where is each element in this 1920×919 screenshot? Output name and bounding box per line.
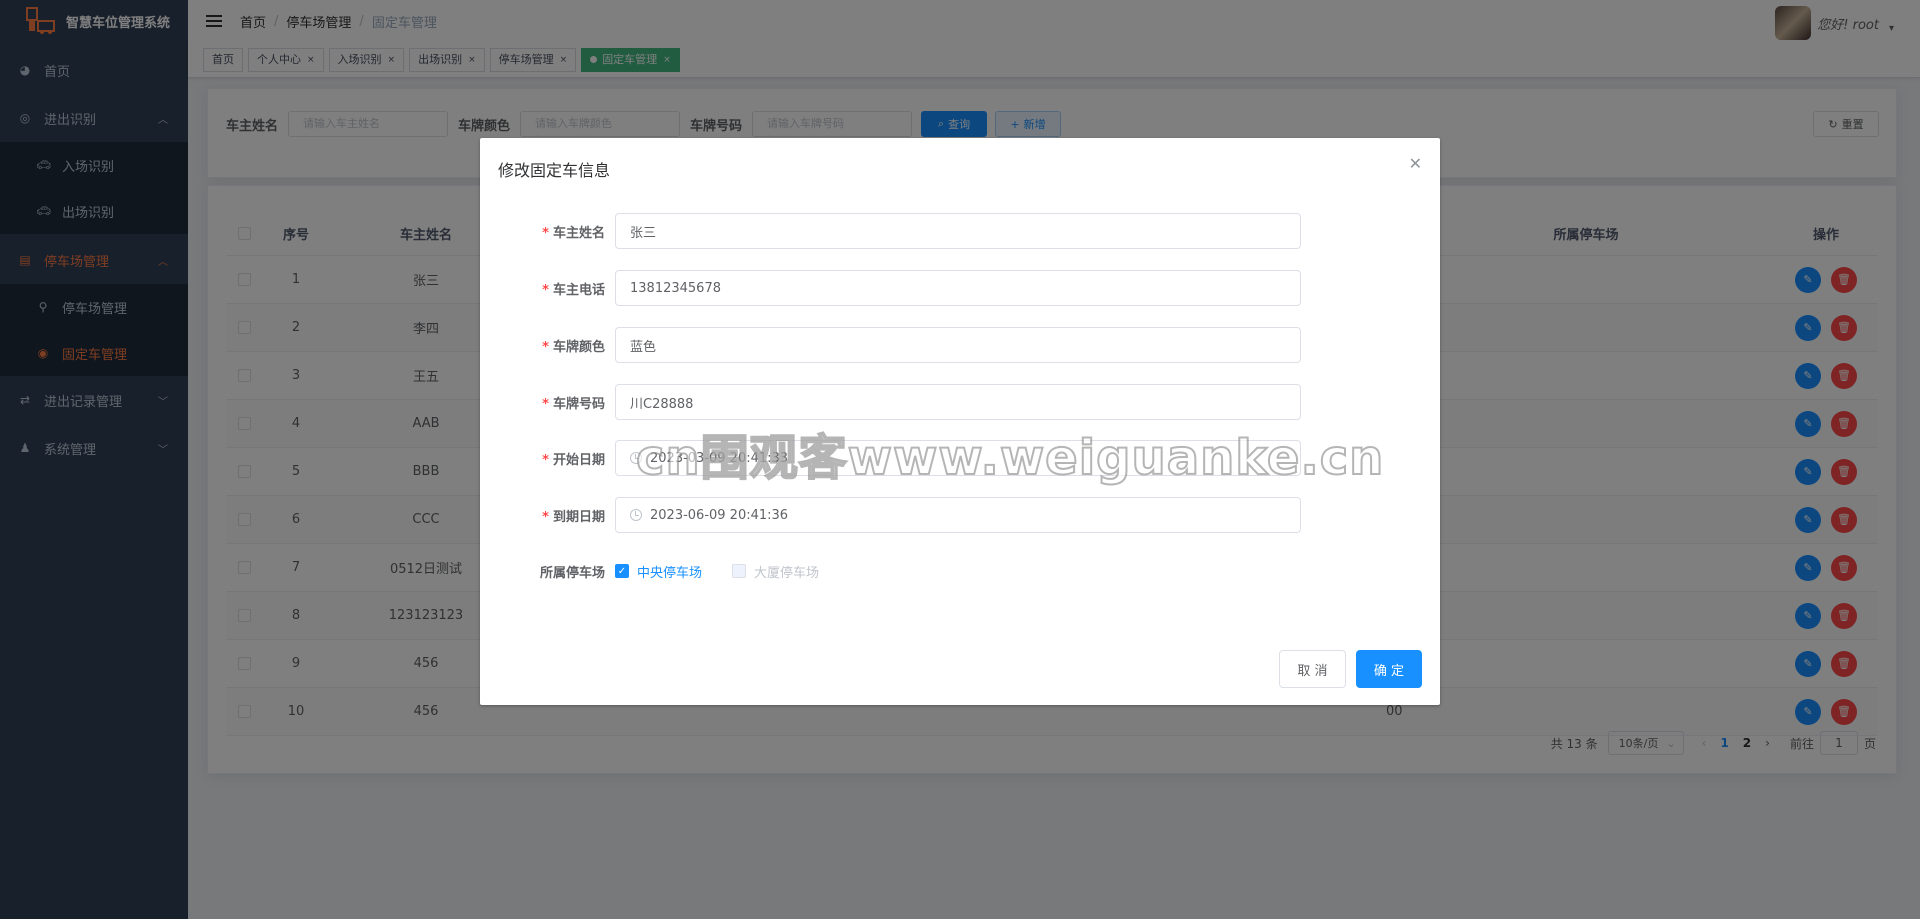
field-owner: * 车主姓名 张三 [480, 213, 1301, 249]
owner-phone-input[interactable]: 13812345678 [615, 270, 1301, 306]
required-mark: * [542, 225, 549, 241]
field-label: 车牌颜色 [552, 339, 605, 355]
required-mark: * [542, 509, 549, 525]
check-icon: ✓ [615, 564, 629, 578]
field-plate: * 车牌号码 川C28888 [480, 384, 1301, 420]
cancel-button[interactable]: 取 消 [1279, 650, 1346, 688]
required-mark: * [542, 452, 549, 468]
field-label: 所属停车场 [539, 565, 605, 581]
dialog-title: 修改固定车信息 [498, 161, 611, 180]
end-date-value: 2023-06-09 20:41:36 [650, 507, 789, 523]
lot-checkbox-central[interactable]: ✓ 中央停车场 [615, 562, 702, 581]
required-mark: * [542, 396, 549, 412]
lot-label: 大厦停车场 [754, 565, 820, 581]
plate-number-input[interactable]: 川C28888 [615, 384, 1301, 420]
field-color: * 车牌颜色 蓝色 [480, 327, 1301, 363]
lot-checkbox-tower[interactable]: 大厦停车场 [732, 562, 819, 581]
checkbox-box [732, 564, 747, 578]
field-label: 车主姓名 [552, 225, 605, 241]
app-root: 智慧车位管理系统 ◕ 首页 ◎ 进出识别 ︿ 🚗︎ 入场识别 🚗︎ 出场识别 ▤… [0, 0, 1920, 919]
field-lot: 所属停车场 ✓ 中央停车场 大厦停车场 [480, 553, 849, 589]
confirm-button[interactable]: 确 定 [1356, 650, 1422, 688]
required-mark: * [542, 282, 549, 298]
field-phone: * 车主电话 13812345678 [480, 270, 1301, 306]
watermark: cn围观客www.weiguanke.cn [635, 429, 1385, 487]
field-end-date: * 到期日期 2023-06-09 20:41:36 [480, 497, 1301, 533]
owner-name-input[interactable]: 张三 [615, 213, 1301, 249]
clock-icon [630, 509, 642, 521]
field-label: 到期日期 [552, 509, 605, 525]
end-date-picker[interactable]: 2023-06-09 20:41:36 [615, 497, 1301, 533]
plate-color-input[interactable]: 蓝色 [615, 327, 1301, 363]
lot-label: 中央停车场 [637, 565, 703, 581]
field-label: 车主电话 [552, 282, 605, 298]
close-icon[interactable]: ✕ [1409, 154, 1422, 173]
field-label: 车牌号码 [552, 396, 605, 412]
field-label: 开始日期 [552, 452, 605, 468]
required-mark: * [542, 339, 549, 355]
